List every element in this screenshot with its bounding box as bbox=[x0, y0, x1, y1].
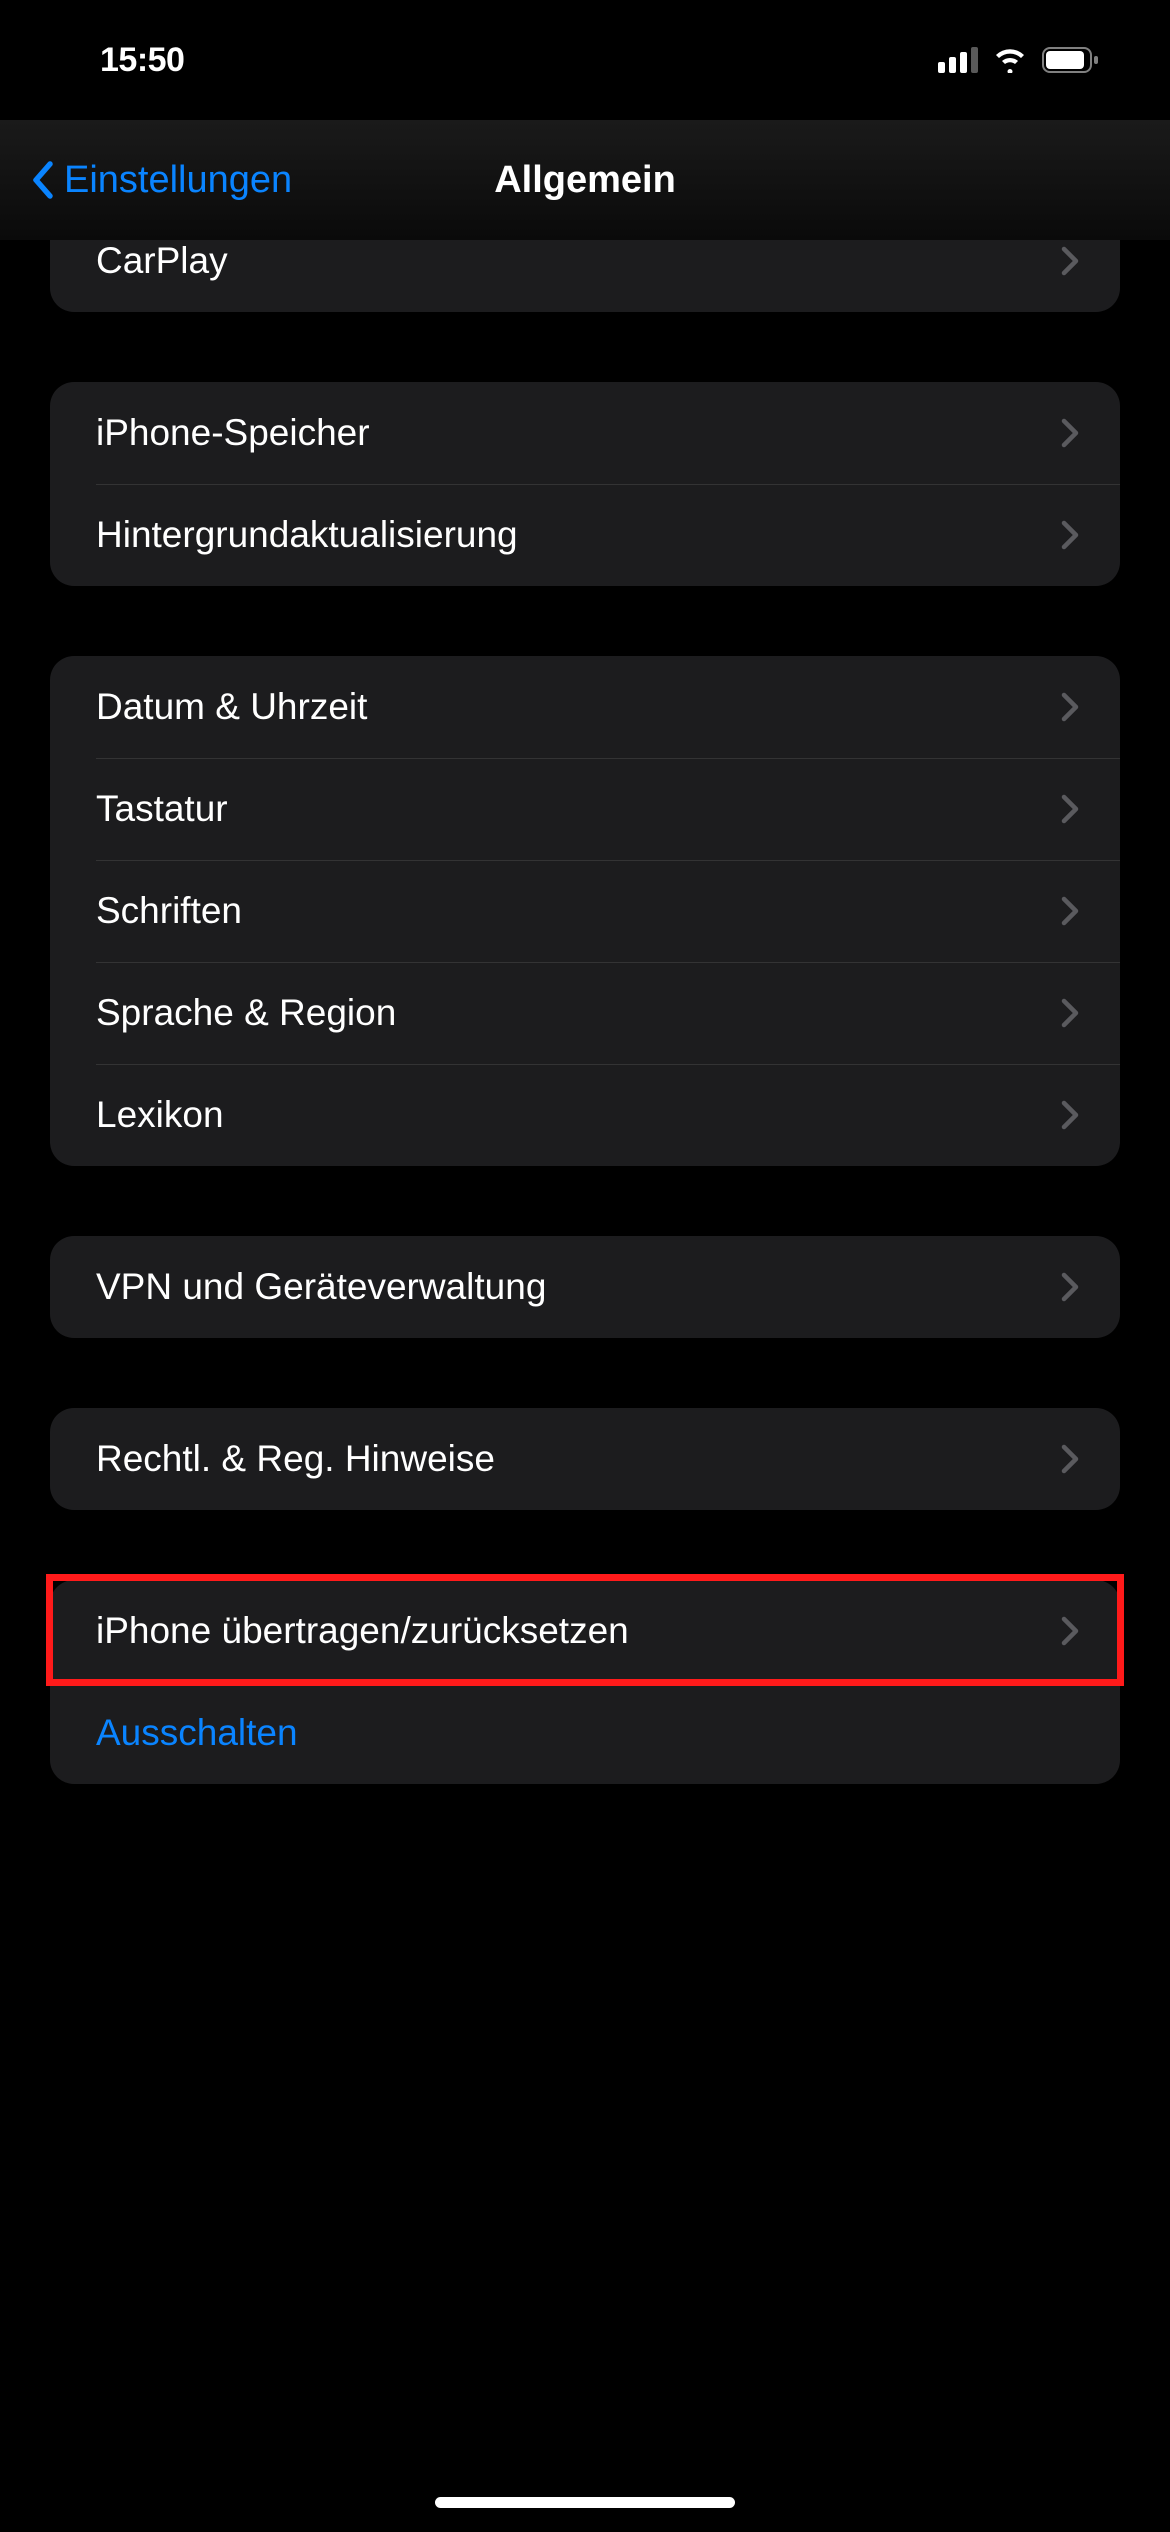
settings-row[interactable]: Rechtl. & Reg. Hinweise bbox=[50, 1408, 1120, 1510]
settings-row[interactable]: Hintergrundaktualisierung bbox=[50, 484, 1120, 586]
row-label: Ausschalten bbox=[96, 1712, 298, 1754]
battery-icon bbox=[1042, 47, 1100, 73]
status-bar: 15:50 bbox=[0, 0, 1170, 120]
row-label: Rechtl. & Reg. Hinweise bbox=[96, 1438, 495, 1480]
settings-row[interactable]: iPhone übertragen/zurücksetzen bbox=[50, 1580, 1120, 1682]
settings-group: Rechtl. & Reg. Hinweise bbox=[50, 1408, 1120, 1510]
back-button[interactable]: Einstellungen bbox=[30, 159, 292, 202]
chevron-right-icon bbox=[1060, 519, 1080, 551]
row-label: Schriften bbox=[96, 890, 242, 932]
row-label: iPhone übertragen/zurücksetzen bbox=[96, 1610, 629, 1652]
chevron-right-icon bbox=[1060, 1443, 1080, 1475]
settings-group: iPhone-Speicher Hintergrundaktualisierung bbox=[50, 382, 1120, 586]
page-title: Allgemein bbox=[494, 159, 676, 202]
settings-row[interactable]: VPN und Geräteverwaltung bbox=[50, 1236, 1120, 1338]
row-label: Datum & Uhrzeit bbox=[96, 686, 367, 728]
chevron-right-icon bbox=[1060, 793, 1080, 825]
back-label: Einstellungen bbox=[64, 159, 292, 202]
row-label: Hintergrundaktualisierung bbox=[96, 514, 518, 556]
settings-row[interactable]: Ausschalten bbox=[50, 1682, 1120, 1784]
chevron-right-icon bbox=[1060, 997, 1080, 1029]
chevron-right-icon bbox=[1060, 1615, 1080, 1647]
settings-group: Datum & Uhrzeit Tastatur Schriften Sprache … bbox=[50, 656, 1120, 1166]
row-label: Tastatur bbox=[96, 788, 228, 830]
chevron-left-icon bbox=[30, 160, 56, 200]
settings-group: CarPlay bbox=[50, 240, 1120, 312]
row-label: CarPlay bbox=[96, 240, 228, 282]
settings-row[interactable]: CarPlay bbox=[50, 240, 1120, 312]
chevron-right-icon bbox=[1060, 1099, 1080, 1131]
row-label: iPhone-Speicher bbox=[96, 412, 370, 454]
cellular-signal-icon bbox=[938, 47, 978, 73]
chevron-right-icon bbox=[1060, 691, 1080, 723]
chevron-right-icon bbox=[1060, 895, 1080, 927]
chevron-right-icon bbox=[1060, 1271, 1080, 1303]
settings-row[interactable]: Lexikon bbox=[50, 1064, 1120, 1166]
settings-group: VPN und Geräteverwaltung bbox=[50, 1236, 1120, 1338]
settings-content[interactable]: CarPlay iPhone-Speicher Hintergrundaktuali… bbox=[0, 240, 1170, 1784]
status-indicators bbox=[938, 47, 1100, 73]
chevron-right-icon bbox=[1060, 417, 1080, 449]
navigation-bar: Einstellungen Allgemein bbox=[0, 120, 1170, 240]
row-label: Sprache & Region bbox=[96, 992, 396, 1034]
wifi-icon bbox=[992, 47, 1028, 73]
home-indicator[interactable] bbox=[435, 2497, 735, 2508]
settings-row[interactable]: Tastatur bbox=[50, 758, 1120, 860]
settings-row[interactable]: Datum & Uhrzeit bbox=[50, 656, 1120, 758]
row-label: VPN und Geräteverwaltung bbox=[96, 1266, 546, 1308]
settings-row[interactable]: Schriften bbox=[50, 860, 1120, 962]
status-time: 15:50 bbox=[100, 41, 184, 80]
settings-group: iPhone übertragen/zurücksetzen Ausschalte… bbox=[50, 1580, 1120, 1784]
chevron-right-icon bbox=[1060, 245, 1080, 277]
settings-row[interactable]: Sprache & Region bbox=[50, 962, 1120, 1064]
row-label: Lexikon bbox=[96, 1094, 224, 1136]
settings-row[interactable]: iPhone-Speicher bbox=[50, 382, 1120, 484]
